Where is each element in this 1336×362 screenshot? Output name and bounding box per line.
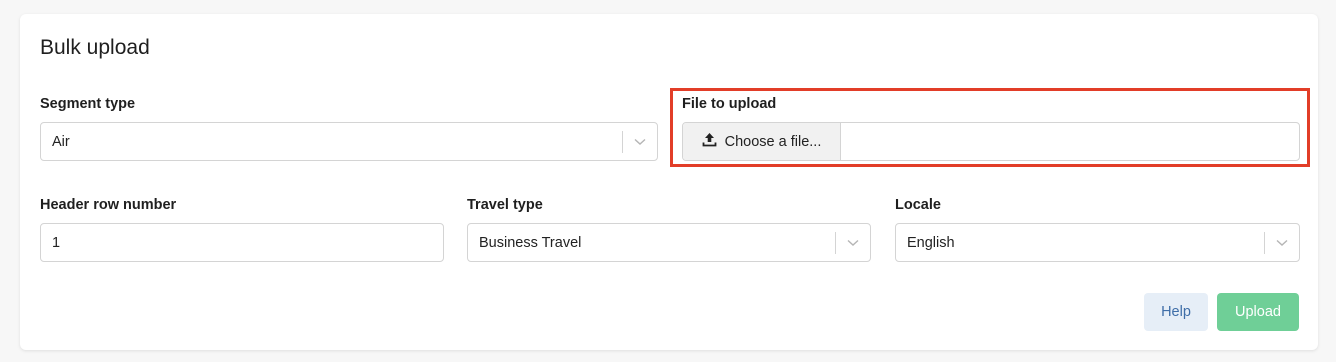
locale-select[interactable]: English — [895, 223, 1300, 262]
choose-file-label: Choose a file... — [724, 133, 822, 150]
segment-type-label: Segment type — [40, 96, 136, 112]
panel-title: Bulk upload — [40, 36, 150, 59]
choose-file-button[interactable]: Choose a file... — [683, 123, 841, 160]
locale-value: English — [907, 234, 955, 251]
help-button[interactable]: Help — [1144, 293, 1208, 331]
file-upload-field[interactable]: Choose a file... — [682, 122, 1300, 161]
bulk-upload-panel: Bulk upload Segment type Air File to upl… — [20, 14, 1318, 350]
file-name-display — [841, 123, 1299, 160]
segment-type-select[interactable]: Air — [40, 122, 658, 161]
file-upload-label: File to upload — [682, 96, 777, 112]
segment-type-value: Air — [52, 133, 70, 150]
header-row-input[interactable]: 1 — [40, 223, 444, 262]
chevron-down-icon[interactable] — [836, 224, 870, 261]
upload-icon — [702, 132, 717, 151]
travel-type-select[interactable]: Business Travel — [467, 223, 871, 262]
chevron-down-icon[interactable] — [623, 123, 657, 160]
travel-type-label: Travel type — [467, 197, 543, 213]
travel-type-value: Business Travel — [479, 234, 582, 251]
chevron-down-icon[interactable] — [1265, 224, 1299, 261]
header-row-label: Header row number — [40, 197, 177, 213]
locale-label: Locale — [895, 197, 941, 213]
header-row-value: 1 — [52, 234, 61, 251]
upload-button[interactable]: Upload — [1217, 293, 1299, 331]
